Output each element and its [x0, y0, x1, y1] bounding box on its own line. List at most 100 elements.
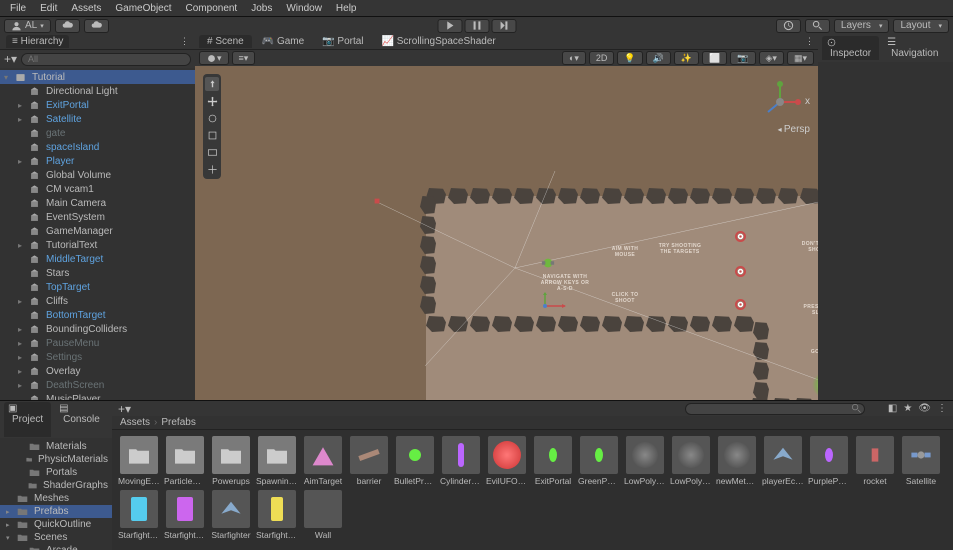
folder-item[interactable]: Meshes	[0, 492, 112, 505]
step-button[interactable]	[491, 19, 516, 33]
asset-item[interactable]: ParticleEff...	[164, 436, 206, 486]
pause-button[interactable]	[464, 19, 489, 33]
move-gizmo[interactable]	[535, 291, 575, 324]
scene-tool-dropdown[interactable]: ▾	[199, 51, 229, 65]
asset-item[interactable]: rocket	[854, 436, 896, 486]
hierarchy-item[interactable]: Directional Light	[0, 84, 195, 98]
scene-camera[interactable]: 📷	[730, 51, 755, 65]
asset-item[interactable]: GreenPortal	[578, 436, 620, 486]
rotate-tool[interactable]	[205, 111, 219, 125]
asset-item[interactable]: ExitPortal	[532, 436, 574, 486]
project-search-input[interactable]	[685, 403, 865, 415]
tab-portal[interactable]: 📷 Portal	[314, 35, 371, 48]
hierarchy-item[interactable]: CM vcam1	[0, 182, 195, 196]
menu-file[interactable]: File	[4, 2, 32, 15]
asset-item[interactable]: barrier	[348, 436, 390, 486]
scene-tool-overlay[interactable]: ≡▾	[232, 51, 256, 65]
asset-item[interactable]: MovingEn...	[118, 436, 160, 486]
tab-game[interactable]: 🎮 Game	[254, 35, 312, 48]
menu-window[interactable]: Window	[280, 2, 328, 15]
menu-jobs[interactable]: Jobs	[245, 2, 278, 15]
hierarchy-item[interactable]: BottomTarget	[0, 308, 195, 322]
asset-item[interactable]: CylinderBul...	[440, 436, 482, 486]
hierarchy-item[interactable]: EventSystem	[0, 210, 195, 224]
hierarchy-item[interactable]: ▸BoundingColliders	[0, 322, 195, 336]
folder-item[interactable]: ▸QuickOutline	[0, 518, 112, 531]
hierarchy-item[interactable]: ▸Satellite	[0, 112, 195, 126]
menu-edit[interactable]: Edit	[34, 2, 63, 15]
layers-dropdown[interactable]: Layers▾	[834, 19, 890, 33]
move-tool[interactable]	[205, 94, 219, 108]
hierarchy-tab[interactable]: ≡ Hierarchy	[6, 35, 69, 48]
tab-scene[interactable]: # Scene	[199, 35, 252, 48]
hierarchy-item[interactable]: Main Camera	[0, 196, 195, 210]
hierarchy-item[interactable]: ▸PauseMenu	[0, 336, 195, 350]
scene-grid[interactable]: ▦▾	[787, 51, 814, 65]
project-hidden-button[interactable]: 👁	[918, 403, 931, 414]
scene-fx[interactable]: ✨	[674, 51, 699, 65]
asset-item[interactable]: LowPolyM...	[624, 436, 666, 486]
folder-item[interactable]: Portals	[0, 466, 112, 479]
folder-item[interactable]: Arcade	[0, 544, 112, 550]
tab-shader[interactable]: 📈 ScrollingSpaceShader	[374, 35, 504, 48]
project-menu-button[interactable]: ⋮	[937, 403, 947, 414]
hierarchy-item[interactable]: ▸Player	[0, 154, 195, 168]
scale-tool[interactable]	[205, 128, 219, 142]
rect-tool[interactable]	[205, 145, 219, 159]
asset-item[interactable]: playerEcho	[762, 436, 804, 486]
hierarchy-item[interactable]: Global Volume	[0, 168, 195, 182]
view-tool[interactable]	[205, 77, 219, 91]
asset-item[interactable]: LowPolyM...	[670, 436, 712, 486]
asset-item[interactable]: StarfighterYellow	[256, 490, 298, 540]
breadcrumb-prefabs[interactable]: Prefabs	[161, 417, 195, 428]
asset-item[interactable]: EvilUFOBul...	[486, 436, 528, 486]
asset-item[interactable]: Wall	[302, 490, 344, 540]
hierarchy-item[interactable]: ▸Settings	[0, 350, 195, 364]
asset-item[interactable]: AimTarget	[302, 436, 344, 486]
asset-item[interactable]: BulletPref...	[394, 436, 436, 486]
hierarchy-item[interactable]: MusicPlayer	[0, 392, 195, 400]
cloud-sync-button[interactable]	[84, 19, 109, 33]
asset-item[interactable]: StarfighterBlue	[118, 490, 160, 540]
hierarchy-item[interactable]: MiddleTarget	[0, 252, 195, 266]
tab-navigation[interactable]: ☰ Navigation	[883, 36, 946, 60]
orientation-gizmo[interactable]: x ◂ Persp	[750, 74, 810, 144]
scene-audio[interactable]: 🔊	[646, 51, 671, 65]
asset-item[interactable]: StarfighterPink	[164, 490, 206, 540]
scene-draw-mode[interactable]: ◐▾	[562, 51, 586, 65]
hierarchy-item[interactable]: ▸Overlay	[0, 364, 195, 378]
asset-item[interactable]: newMeteor	[716, 436, 758, 486]
asset-item[interactable]: Powerups	[210, 436, 252, 486]
folder-item[interactable]: Materials	[0, 440, 112, 453]
account-button[interactable]: AL ▾	[4, 19, 51, 33]
undo-history-button[interactable]	[776, 19, 801, 33]
scene-lighting[interactable]: 💡	[617, 51, 642, 65]
hierarchy-item[interactable]: ▸ExitPortal	[0, 98, 195, 112]
tab-console[interactable]: ▤ Console	[55, 402, 108, 437]
project-create-button[interactable]: +▾	[118, 402, 131, 416]
cloud-button[interactable]	[55, 19, 80, 33]
layout-dropdown[interactable]: Layout▾	[893, 19, 949, 33]
breadcrumb-assets[interactable]: Assets	[120, 417, 150, 428]
hierarchy-item[interactable]: gate	[0, 126, 195, 140]
menu-gameobject[interactable]: GameObject	[109, 2, 177, 15]
scene-skybox[interactable]: ⬜	[702, 51, 727, 65]
folder-item[interactable]: ShaderGraphs	[0, 479, 112, 492]
folder-item[interactable]: ▾Scenes	[0, 531, 112, 544]
scene-gizmos[interactable]: ◈▾	[759, 51, 784, 65]
asset-item[interactable]: Starfighter	[210, 490, 252, 540]
tab-inspector[interactable]: Inspector	[822, 36, 879, 60]
hierarchy-item[interactable]: Stars	[0, 266, 195, 280]
project-favorites-button[interactable]: ★	[903, 403, 912, 414]
scene-2d-toggle[interactable]: 2D	[589, 51, 615, 65]
hierarchy-item[interactable]: spaceIsland	[0, 140, 195, 154]
folder-item[interactable]: PhysicMaterials	[0, 453, 112, 466]
hierarchy-item[interactable]: ▸TutorialText	[0, 238, 195, 252]
hierarchy-item[interactable]: ▸Cliffs	[0, 294, 195, 308]
menu-component[interactable]: Component	[180, 2, 244, 15]
play-button[interactable]	[437, 19, 462, 33]
menu-help[interactable]: Help	[330, 2, 363, 15]
hierarchy-scene-root[interactable]: ▾ Tutorial	[0, 70, 195, 84]
folder-item[interactable]: ▸Prefabs	[0, 505, 112, 518]
asset-item[interactable]: SpawningF...	[256, 436, 298, 486]
